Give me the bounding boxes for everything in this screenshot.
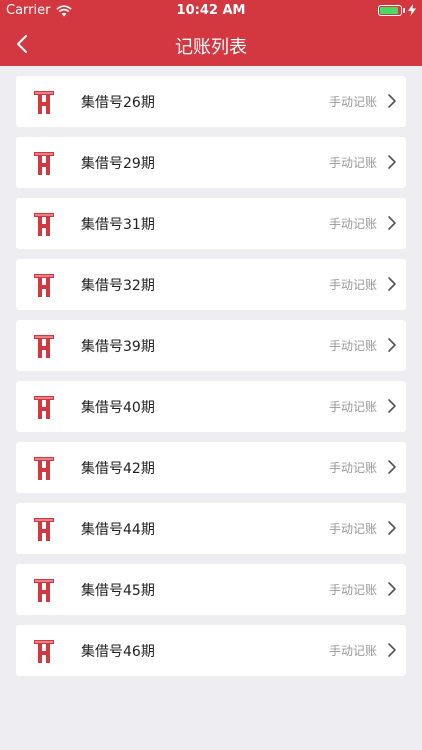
- list-item[interactable]: 集借号29期 手动记账: [16, 137, 406, 188]
- list-item[interactable]: 集借号40期 手动记账: [16, 381, 406, 432]
- brand-logo-icon: [34, 457, 54, 480]
- brand-logo-icon: [34, 579, 54, 602]
- list-item-tag: 手动记账: [328, 400, 377, 414]
- list-item[interactable]: 集借号32期 手动记账: [16, 259, 406, 310]
- list-item-title: 集借号31期: [81, 217, 155, 233]
- list-item-tag: 手动记账: [328, 156, 377, 170]
- list-item[interactable]: 集借号44期 手动记账: [16, 503, 406, 554]
- list-item-tag: 手动记账: [328, 522, 377, 536]
- page-title: 记账列表: [175, 37, 247, 58]
- list-item-title: 集借号46期: [81, 644, 155, 660]
- brand-logo-icon: [34, 335, 54, 358]
- chevron-right-icon: [388, 277, 396, 291]
- brand-logo-icon: [34, 640, 54, 663]
- list-item-tag: 手动记账: [328, 339, 377, 353]
- list-item-title: 集借号42期: [81, 461, 155, 477]
- navigation-bar: 记账列表: [0, 22, 422, 66]
- status-time: 10:42 AM: [176, 3, 246, 18]
- battery-tip: [403, 7, 405, 13]
- brand-logo-icon: [34, 396, 54, 419]
- list-item[interactable]: 集借号42期 手动记账: [16, 442, 406, 493]
- list-item-tag: 手动记账: [328, 644, 377, 658]
- battery-icon: [378, 4, 402, 16]
- list-item-title: 集借号26期: [81, 95, 155, 111]
- brand-logo-icon: [34, 152, 54, 175]
- chevron-right-icon: [388, 460, 396, 474]
- list-item-tag: 手动记账: [328, 583, 377, 597]
- status-bar: Carrier 10:42 AM: [0, 0, 422, 22]
- charging-bolt-icon: [408, 4, 416, 16]
- list-item[interactable]: 集借号45期 手动记账: [16, 564, 406, 615]
- list-item-tag: 手动记账: [328, 95, 377, 109]
- brand-logo-icon: [34, 91, 54, 114]
- list-item[interactable]: 集借号31期 手动记账: [16, 198, 406, 249]
- chevron-right-icon: [388, 338, 396, 352]
- chevron-right-icon: [388, 399, 396, 413]
- list-item-title: 集借号44期: [81, 522, 155, 538]
- list-item[interactable]: 集借号39期 手动记账: [16, 320, 406, 371]
- list-item-title: 集借号45期: [81, 583, 155, 599]
- battery-fill: [380, 6, 398, 14]
- list-item-tag: 手动记账: [328, 217, 377, 231]
- list-item-tag: 手动记账: [328, 461, 377, 475]
- chevron-right-icon: [388, 155, 396, 169]
- brand-logo-icon: [34, 274, 54, 297]
- list-item-tag: 手动记账: [328, 278, 377, 292]
- list-item-title: 集借号29期: [81, 156, 155, 172]
- list-item-title: 集借号32期: [81, 278, 155, 294]
- bookkeeping-list: 集借号26期 手动记账 集借号29期 手动记账 集借号31期 手动记账 集借号3…: [16, 76, 406, 686]
- list-item[interactable]: 集借号46期 手动记账: [16, 625, 406, 676]
- list-item-title: 集借号39期: [81, 339, 155, 355]
- chevron-right-icon: [388, 582, 396, 596]
- chevron-right-icon: [388, 521, 396, 535]
- chevron-right-icon: [388, 643, 396, 657]
- list-item-title: 集借号40期: [81, 400, 155, 416]
- status-right: [378, 4, 416, 16]
- chevron-right-icon: [388, 94, 396, 108]
- chevron-right-icon: [388, 216, 396, 230]
- list-item[interactable]: 集借号26期 手动记账: [16, 76, 406, 127]
- brand-logo-icon: [34, 518, 54, 541]
- brand-logo-icon: [34, 213, 54, 236]
